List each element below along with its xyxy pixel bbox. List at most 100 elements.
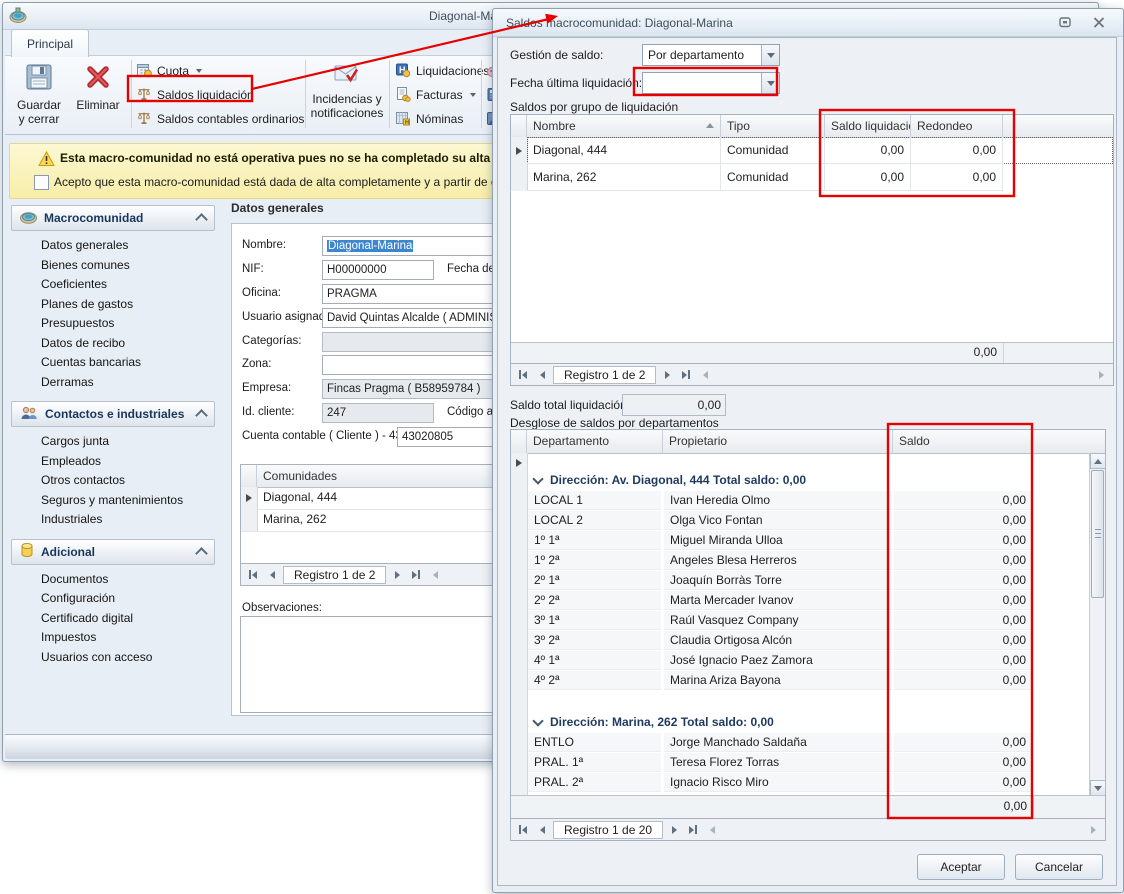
close-icon[interactable] [1093,17,1105,31]
incidencias-button[interactable]: Incidencias ynotificaciones [309,58,385,132]
departamento-cell: LOCAL 2 [528,511,661,530]
combo-dropdown-button[interactable] [761,73,779,93]
table-row[interactable]: 3º 1ªRaúl Vasquez Company0,00 [528,611,1089,631]
saldos-liquidacion-button[interactable]: Saldos liquidación [136,85,254,105]
column-header-label: Saldo [899,434,930,448]
scroll-left-button[interactable] [704,823,720,837]
sidebar-item-cuentas-bancarias[interactable]: Cuentas bancarias [41,353,215,373]
propietario-cell: Angeles Blesa Herreros [664,551,892,570]
column-header-saldo[interactable]: Saldo [893,430,1033,453]
table-row[interactable]: 4º 1ªJosé Ignacio Paez Zamora0,00 [528,651,1089,671]
sidebar-item-datos-generales[interactable]: Datos generales [41,236,215,256]
table-row[interactable]: Diagonal, 444 Comunidad 0,00 0,00 [527,137,1113,164]
propietario-cell: Ignacio Risco Miro [664,773,892,792]
scroll-right-button[interactable] [1085,823,1101,837]
next-record-button[interactable] [666,823,682,837]
scroll-left-button[interactable] [697,368,713,382]
sidebar-item-bienes-comunes[interactable]: Bienes comunes [41,256,215,276]
table-row[interactable]: 4º 2ªMarina Ariza Bayona0,00 [528,671,1089,691]
sidebar-item-presupuestos[interactable]: Presupuestos [41,314,215,334]
vertical-scrollbar[interactable] [1089,453,1105,796]
scroll-right-button[interactable] [1093,368,1109,382]
desglose-grid-header: Departamento Propietario Saldo [511,430,1105,454]
propietario-cell: Joaquín Borràs Torre [664,571,892,590]
sidebar-item-configuracion[interactable]: Configuración [41,589,215,609]
table-row[interactable]: PRAL. 2ªIgnacio Risco Miro0,00 [528,773,1089,793]
column-header-propietario[interactable]: Propietario [663,430,893,453]
next-record-button[interactable] [659,368,675,382]
column-header-saldo-liquidacion[interactable]: Saldo liquidación [825,115,911,137]
id-cliente-field[interactable]: 247 [322,403,434,423]
sidebar-group-contactos[interactable]: Contactos e industriales [11,401,215,427]
liquidaciones-button[interactable]: H Liquidaciones [395,61,489,81]
sidebar-item-documentos[interactable]: Documentos [41,570,215,590]
svg-text:H: H [405,120,409,126]
sidebar-group-adicional[interactable]: Adicional [11,539,215,565]
table-row[interactable]: 2º 2ªMarta Mercader Ivanov0,00 [528,591,1089,611]
grid2-section-label: Desglose de saldos por departamentos [510,416,719,430]
propietario-cell: Ivan Heredia Olmo [664,491,892,510]
sidebar-item-planes-gastos[interactable]: Planes de gastos [41,295,215,315]
scroll-left-button[interactable] [427,568,443,582]
saldo-cell: 0,00 [825,164,911,191]
nominas-button[interactable]: H Nóminas [395,109,463,129]
first-record-button[interactable] [245,568,261,582]
column-header-redondeo[interactable]: Redondeo [911,115,1003,137]
fecha-ultima-combo[interactable] [642,72,780,94]
table-row[interactable]: ENTLOJorge Manchado Saldaña0,00 [528,733,1089,753]
sidebar-item-coeficientes[interactable]: Coeficientes [41,275,215,295]
table-row[interactable]: LOCAL 2Olga Vico Fontan0,00 [528,511,1089,531]
facturas-button[interactable]: Facturas [395,85,476,105]
tab-principal[interactable]: Principal [11,29,89,57]
pin-icon[interactable] [1059,17,1071,31]
accept-button[interactable]: Aceptar [917,854,1005,880]
departamento-cell: 2º 1ª [528,571,661,590]
table-row[interactable]: PRAL. 1ªTeresa Florez Torras0,00 [528,753,1089,773]
group-row-marina[interactable]: Dirección: Marina, 262 Total saldo: 0,00 [528,711,1089,733]
sidebar-item-industriales[interactable]: Industriales [41,510,215,530]
table-row[interactable]: 1º 1ªMiguel Miranda Ulloa0,00 [528,531,1089,551]
sidebar-group-macrocomunidad[interactable]: Macrocomunidad [11,205,215,231]
sidebar-item-cargos-junta[interactable]: Cargos junta [41,432,215,452]
table-row[interactable]: 2º 1ªJoaquín Borràs Torre0,00 [528,571,1089,591]
column-header-nombre[interactable]: Nombre [527,115,721,137]
table-row[interactable]: 3º 2ªClaudia Ortigosa Alcón0,00 [528,631,1089,651]
prev-record-button[interactable] [264,568,280,582]
sidebar-item-usuarios-acceso[interactable]: Usuarios con acceso [41,648,215,668]
nif-field[interactable]: H00000000 [322,260,434,280]
prev-record-button[interactable] [534,823,550,837]
sidebar-item-empleados[interactable]: Empleados [41,452,215,472]
last-record-button[interactable] [678,368,694,382]
next-record-button[interactable] [389,568,405,582]
group-row-diagonal[interactable]: Dirección: Av. Diagonal, 444 Total saldo… [528,469,1089,491]
cancel-button[interactable]: Cancelar [1015,854,1103,880]
first-record-button[interactable] [515,823,531,837]
last-record-button[interactable] [685,823,701,837]
table-row[interactable]: Marina, 262 Comunidad 0,00 0,00 [527,164,1113,191]
accept-checkbox[interactable] [34,175,49,190]
table-row[interactable]: LOCAL 1Ivan Heredia Olmo0,00 [528,491,1089,511]
sidebar-item-impuestos[interactable]: Impuestos [41,628,215,648]
gestion-saldo-combo[interactable]: Por departamento [642,44,780,66]
empresa-label: Empresa: [242,382,291,394]
sidebar-item-seguros[interactable]: Seguros y mantenimientos [41,491,215,511]
save-close-button[interactable]: Guardary cerrar [11,58,67,132]
sidebar-item-otros-contactos[interactable]: Otros contactos [41,471,215,491]
delete-button[interactable]: Eliminar [71,58,125,132]
table-row[interactable]: 1º 2ªAngeles Blesa Herreros0,00 [528,551,1089,571]
last-record-button[interactable] [408,568,424,582]
sidebar-item-datos-recibo[interactable]: Datos de recibo [41,334,215,354]
saldos-contables-button[interactable]: Saldos contables ordinarios [136,109,304,129]
sidebar-item-certificado[interactable]: Certificado digital [41,609,215,629]
scrollbar-thumb[interactable] [1091,470,1104,598]
prev-record-button[interactable] [534,368,550,382]
combo-dropdown-button[interactable] [761,45,779,65]
first-record-button[interactable] [515,368,531,382]
nif-label: NIF: [242,263,264,275]
sidebar-item-derramas[interactable]: Derramas [41,373,215,393]
sidebar: Macrocomunidad Datos generales Bienes co… [11,205,215,676]
cuota-button[interactable]: Cuota [136,61,202,81]
column-header-tipo[interactable]: Tipo [721,115,825,137]
dialog-titlebar[interactable]: Saldos macrocomunidad: Diagonal-Marina [493,9,1123,37]
column-header-departamento[interactable]: Departamento [527,430,663,453]
